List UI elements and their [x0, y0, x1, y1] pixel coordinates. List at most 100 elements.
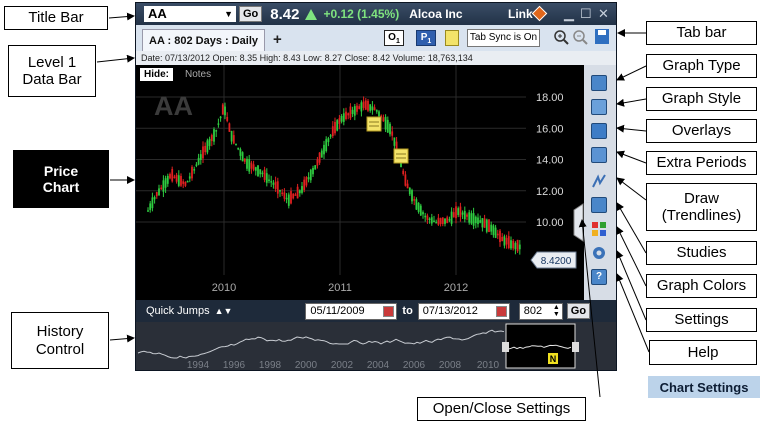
- close-icon[interactable]: ✕: [598, 6, 609, 22]
- draw-icon[interactable]: [591, 173, 607, 189]
- settings-gear-icon[interactable]: [591, 245, 607, 261]
- days-stepper[interactable]: 802 ▲ ▼: [518, 302, 563, 320]
- graph-style-icon[interactable]: [591, 99, 607, 115]
- candle-body: [334, 121, 336, 134]
- extra-periods-icon[interactable]: [591, 147, 607, 163]
- help-icon[interactable]: ?: [591, 269, 607, 285]
- symbol-go-button[interactable]: Go: [239, 6, 263, 22]
- minimize-icon[interactable]: ▁: [564, 6, 574, 22]
- candle-body: [169, 174, 171, 179]
- history-right-handle[interactable]: [572, 342, 579, 352]
- candle-body: [514, 242, 517, 250]
- tab-aa-daily[interactable]: AA : 802 Days : Daily: [142, 29, 266, 51]
- symbol-watermark: AA: [154, 91, 193, 121]
- candle-body: [235, 143, 237, 146]
- chart-settings-panel: ?: [584, 65, 616, 300]
- link-diamond-icon[interactable]: [531, 5, 548, 22]
- history-year-label: 2010: [477, 360, 500, 370]
- candle-body: [232, 135, 235, 144]
- callout-level1-line1: Level 1: [27, 53, 77, 71]
- history-left-handle[interactable]: [502, 342, 509, 352]
- graph-colors-icon[interactable]: [591, 221, 607, 237]
- chart-settings-tag: Chart Settings: [648, 376, 760, 398]
- history-control[interactable]: 1994199619982000200220042006200820102012…: [136, 322, 616, 370]
- candle-body: [472, 213, 475, 226]
- note-marker[interactable]: [393, 148, 409, 164]
- quick-jumps-dropdown[interactable]: Quick Jumps: [146, 305, 210, 317]
- y-axis-labels: 18.00 16.00 14.00 12.00 10.00: [536, 92, 564, 229]
- candle-body: [415, 199, 418, 210]
- candle-body: [481, 218, 484, 228]
- candle-body: [272, 182, 275, 185]
- candle-body: [430, 217, 433, 224]
- stepper-arrows-icon[interactable]: ▲ ▼: [553, 304, 560, 318]
- note-marker[interactable]: [366, 116, 382, 132]
- candle-body: [358, 106, 361, 109]
- candle-body: [349, 106, 352, 119]
- candle-body: [367, 100, 369, 111]
- candle-body: [210, 135, 213, 142]
- to-date-input[interactable]: 07/13/2012: [417, 302, 510, 320]
- candle-body: [477, 217, 479, 225]
- price-chart[interactable]: 18.00 16.00 14.00 12.00 10.00 2010 2011 2012 8…: [136, 65, 584, 300]
- candle-body: [164, 178, 167, 188]
- chevron-down-icon[interactable]: ▼: [224, 6, 233, 22]
- company-name: Alcoa Inc: [409, 7, 463, 21]
- calendar-icon[interactable]: [495, 305, 507, 317]
- candle-body: [265, 173, 268, 183]
- notes-icon[interactable]: [445, 30, 459, 46]
- open-close-settings-handle[interactable]: [573, 203, 584, 242]
- y-tick-label: 10.00: [536, 217, 564, 229]
- candle-body: [257, 165, 259, 176]
- history-year-label: 1994: [187, 360, 210, 370]
- candle-body: [408, 187, 411, 195]
- overlays-icon[interactable]: [591, 123, 607, 139]
- candle-body: [457, 208, 460, 215]
- maximize-icon[interactable]: ☐: [580, 6, 592, 22]
- history-year-labels: 1994199619982000200220042006200820102012: [187, 360, 540, 370]
- o-button[interactable]: O1: [384, 30, 404, 46]
- history-year-label: 2004: [367, 360, 390, 370]
- x-tick-label: 2011: [328, 282, 352, 294]
- from-date-input[interactable]: 05/11/2009: [305, 302, 398, 320]
- link-label: Link: [508, 7, 533, 21]
- title-bar: AA ▼ Go 8.42 +0.12 (1.45%) Alcoa Inc Lin…: [136, 3, 616, 25]
- candle-body: [507, 236, 510, 248]
- candle-body: [501, 236, 504, 242]
- candle-body: [518, 244, 521, 250]
- p-button[interactable]: P1: [416, 30, 436, 46]
- zoom-out-icon[interactable]: [573, 30, 588, 45]
- symbol-input[interactable]: AA ▼: [144, 6, 236, 22]
- save-icon[interactable]: [595, 29, 609, 44]
- candle-body: [221, 104, 224, 115]
- candle-body: [316, 159, 319, 166]
- candle-body: [338, 118, 341, 124]
- candle-body: [298, 190, 301, 194]
- candle-body: [186, 180, 189, 183]
- graph-type-icon[interactable]: [591, 75, 607, 91]
- add-tab-button[interactable]: +: [273, 29, 282, 51]
- candle-body: [309, 169, 312, 181]
- calendar-icon[interactable]: [383, 305, 395, 317]
- history-year-label: 2008: [439, 360, 462, 370]
- candle-body: [448, 219, 451, 221]
- candle-body: [503, 236, 506, 246]
- screenshot-root: AA ▼ Go 8.42 +0.12 (1.45%) Alcoa Inc Lin…: [0, 0, 771, 436]
- candle-body: [488, 219, 490, 232]
- candle-body: [406, 183, 409, 189]
- candle-body: [173, 176, 176, 179]
- candle-body: [290, 191, 292, 204]
- date-go-button[interactable]: Go: [566, 303, 591, 319]
- sort-icon[interactable]: ▲▼: [215, 306, 233, 316]
- candle-body: [241, 152, 244, 162]
- candle-body: [382, 117, 385, 122]
- notes-label[interactable]: Notes: [185, 68, 211, 81]
- candle-body: [155, 192, 158, 197]
- hide-button[interactable]: Hide:: [140, 68, 173, 81]
- history-sparkline: 1994199619982000200220042006200820102012…: [137, 323, 579, 370]
- callout-title-bar: Title Bar: [4, 6, 108, 30]
- candle-body: [441, 217, 444, 225]
- zoom-in-icon[interactable]: [554, 30, 569, 45]
- studies-icon[interactable]: [591, 197, 607, 213]
- tab-sync-button[interactable]: Tab Sync is On: [467, 29, 540, 47]
